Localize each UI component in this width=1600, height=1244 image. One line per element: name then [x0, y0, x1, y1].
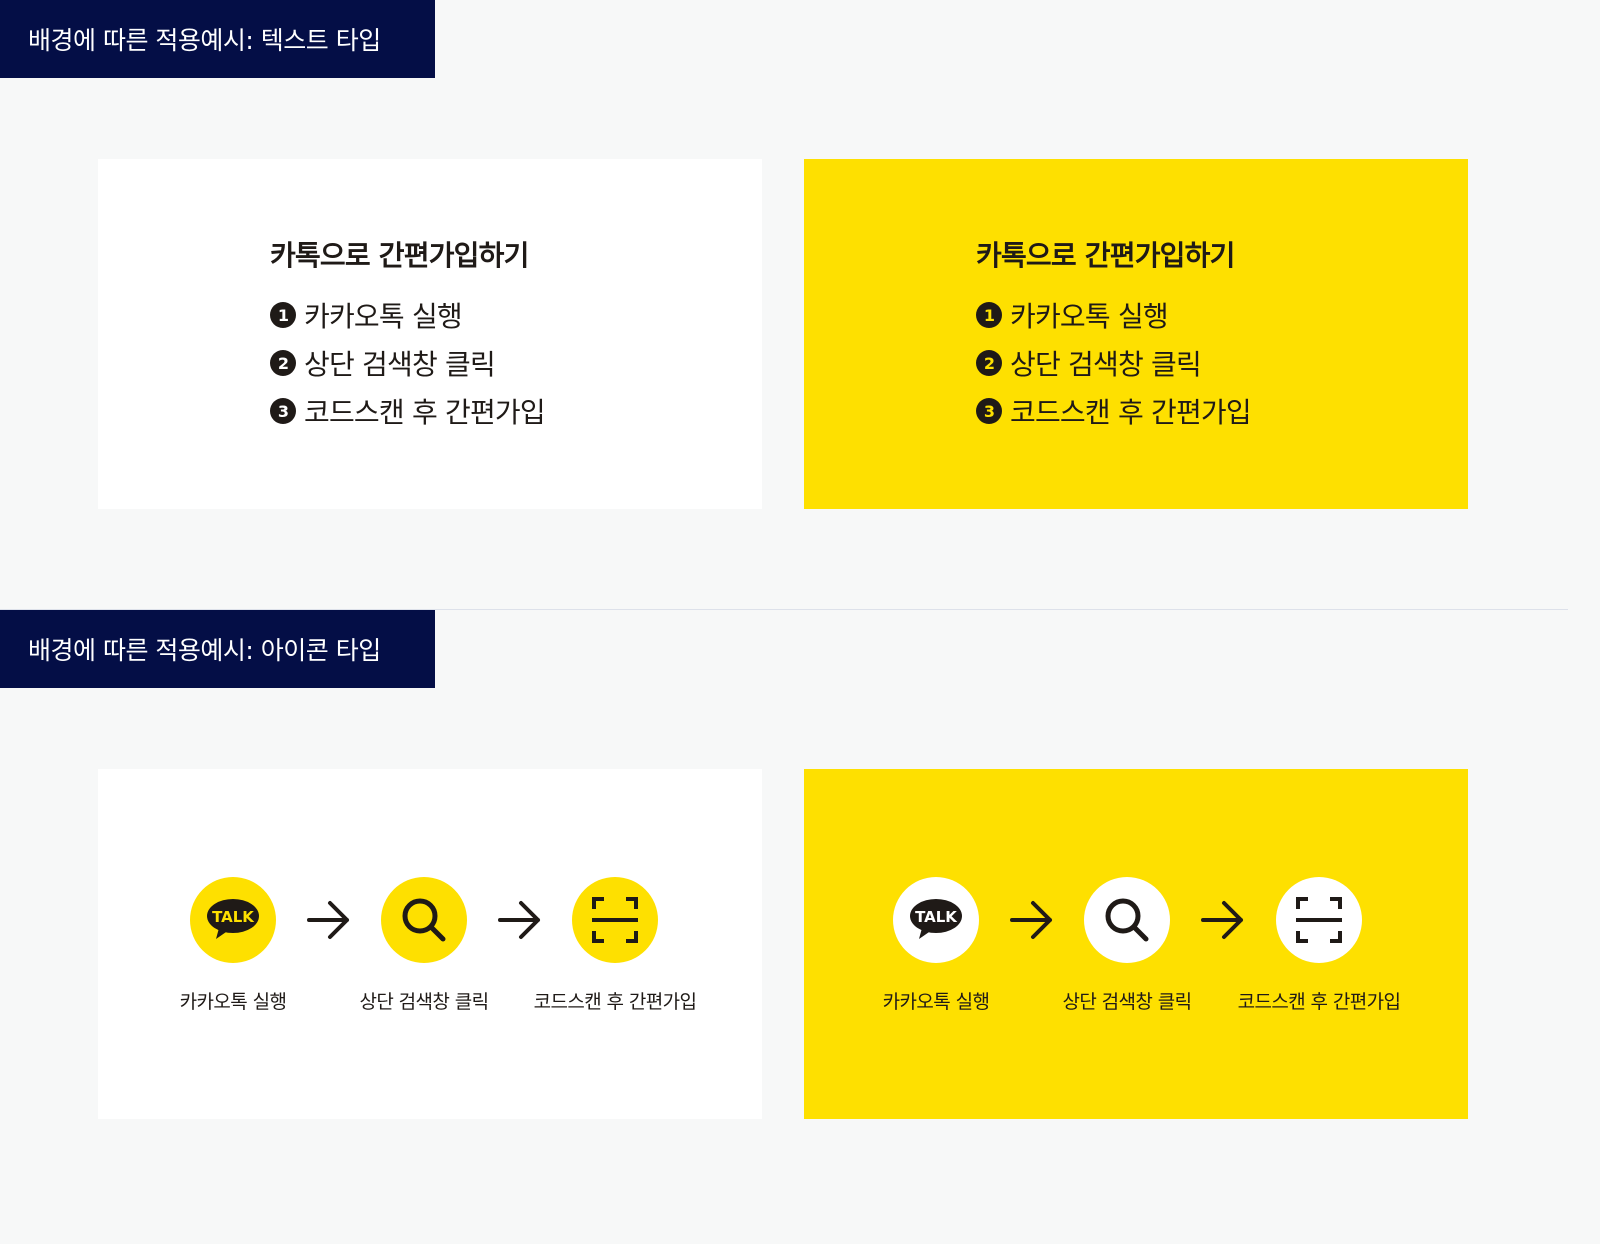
- step-text: 코드스캔 후 간편가입: [304, 396, 546, 429]
- search-icon: [1084, 877, 1170, 963]
- step-text: 카카오톡 실행: [1010, 300, 1169, 333]
- text-example-step: 3 코드스캔 후 간편가입: [976, 387, 1252, 435]
- step-text: 코드스캔 후 간편가입: [1010, 396, 1252, 429]
- text-example-step: 2 상단 검색창 클릭: [270, 339, 545, 387]
- search-icon: [381, 877, 467, 963]
- scan-icon: [572, 877, 658, 963]
- step-number-badge: 3: [976, 398, 1002, 424]
- icon-example-panel-yellow: TALK 카카오톡 실행 상단 검색창 클릭 코드스캔 후 간편가입: [804, 769, 1468, 1119]
- text-example-panel-yellow: 카톡으로 간편가입하기 1 카카오톡 실행 2 상단 검색창 클릭 3 코드스캔…: [804, 159, 1468, 509]
- step-text: 상단 검색창 클릭: [304, 348, 496, 381]
- text-example-block: 카톡으로 간편가입하기 1 카카오톡 실행 2 상단 검색창 클릭 3 코드스캔…: [270, 237, 546, 435]
- text-example-title: 카톡으로 간편가입하기: [270, 239, 529, 272]
- section-label-icon-type: 배경에 따른 적용예시: 아이콘 타입: [0, 610, 435, 688]
- step-number-badge: 2: [976, 350, 1002, 376]
- icon-step-label: 상단 검색창 클릭: [359, 991, 489, 1013]
- text-example-title: 카톡으로 간편가입하기: [976, 239, 1235, 272]
- kakaotalk-icon: TALK: [893, 877, 979, 963]
- icon-step-label: 카카오톡 실행: [882, 991, 990, 1013]
- talk-badge-text: TALK: [915, 908, 958, 926]
- text-example-step: 3 코드스캔 후 간편가입: [270, 387, 546, 435]
- section-label-text-type: 배경에 따른 적용예시: 텍스트 타입: [0, 0, 435, 78]
- step-text: 상단 검색창 클릭: [1010, 348, 1202, 381]
- text-example-panel-white: 카톡으로 간편가입하기 1 카카오톡 실행 2 상단 검색창 클릭 3 코드스캔…: [98, 159, 762, 509]
- icon-step-label: 카카오톡 실행: [179, 991, 287, 1013]
- icon-step-label: 코드스캔 후 간편가입: [533, 991, 697, 1013]
- step-number-badge: 3: [270, 398, 296, 424]
- icon-step-label: 상단 검색창 클릭: [1062, 991, 1192, 1013]
- arrow-right-icon: [1010, 901, 1052, 939]
- step-number-badge: 1: [976, 302, 1002, 328]
- icon-step-row: TALK 카카오톡 실행 상단 검색창 클릭 코드스캔 후 간편가입: [804, 769, 1468, 1119]
- kakaotalk-icon: TALK: [190, 877, 276, 963]
- step-number-badge: 1: [270, 302, 296, 328]
- icon-example-panel-white: TALK 카카오톡 실행 상단 검색창 클릭 코드스캔 후 간편가입: [98, 769, 762, 1119]
- text-example-step: 1 카카오톡 실행: [270, 291, 545, 339]
- scan-icon: [1276, 877, 1362, 963]
- arrow-right-icon: [498, 901, 540, 939]
- icon-step-label: 코드스캔 후 간편가입: [1237, 991, 1401, 1013]
- step-text: 카카오톡 실행: [304, 300, 463, 333]
- arrow-right-icon: [1201, 901, 1243, 939]
- talk-badge-text: TALK: [212, 908, 255, 926]
- text-example-step: 1 카카오톡 실행: [976, 291, 1251, 339]
- arrow-right-icon: [307, 901, 349, 939]
- step-number-badge: 2: [270, 350, 296, 376]
- text-example-step: 2 상단 검색창 클릭: [976, 339, 1251, 387]
- text-example-block: 카톡으로 간편가입하기 1 카카오톡 실행 2 상단 검색창 클릭 3 코드스캔…: [976, 237, 1252, 435]
- icon-step-row: TALK 카카오톡 실행 상단 검색창 클릭 코드스캔 후 간편가입: [98, 769, 762, 1119]
